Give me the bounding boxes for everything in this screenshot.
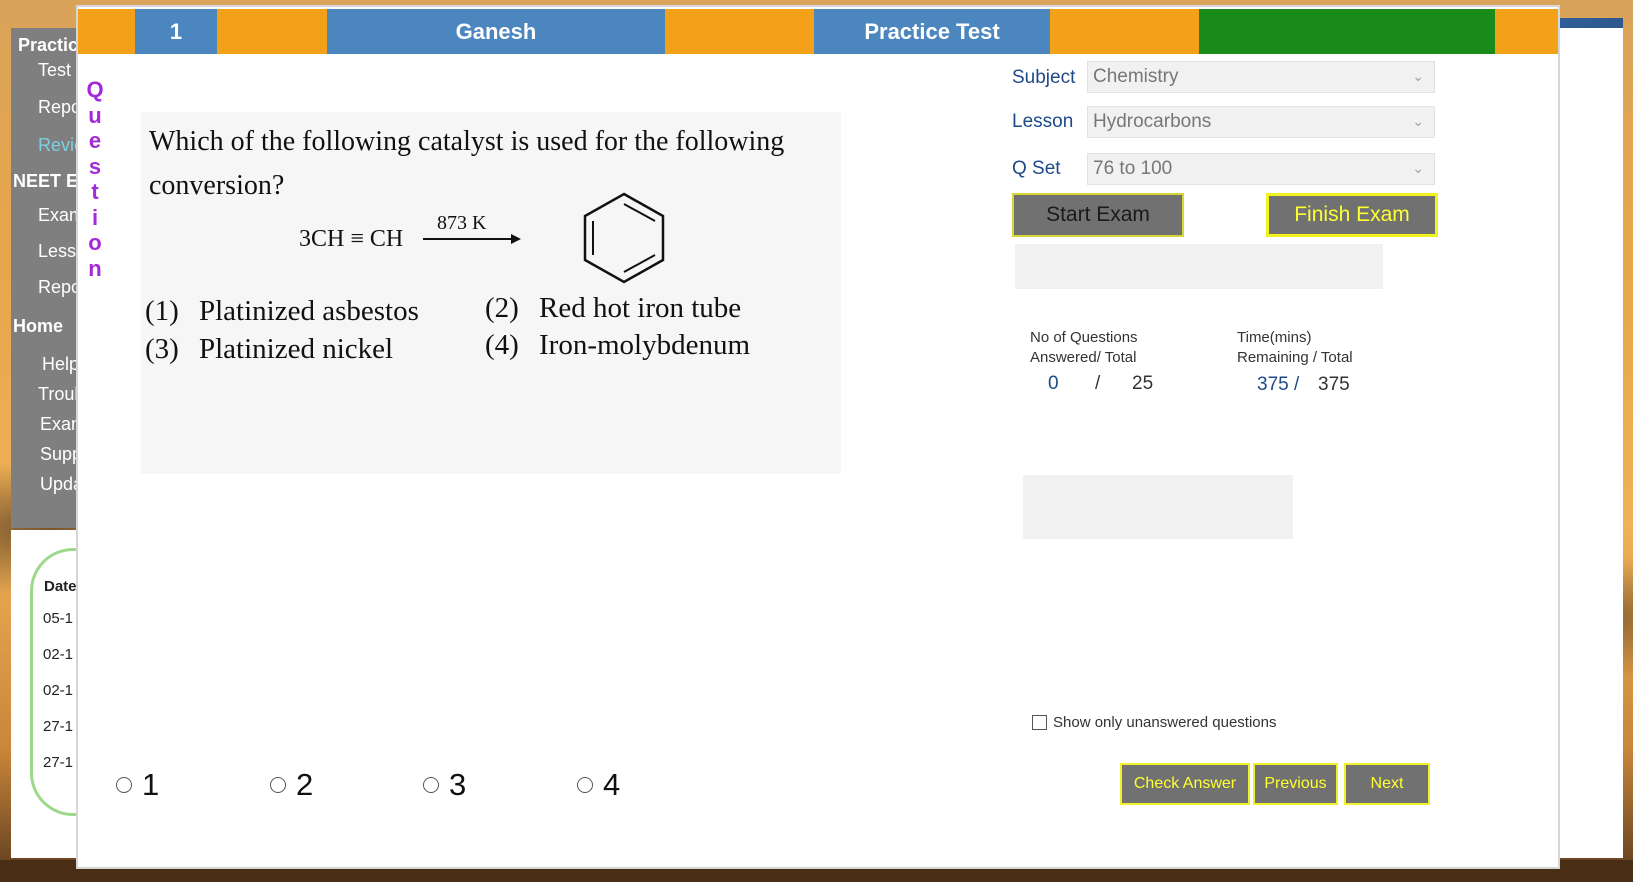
chevron-down-icon: ⌄ [1412,113,1424,129]
question-label-letter: e [88,128,102,153]
mode-title: Practice Test [814,9,1050,54]
sidebar-item-support[interactable]: Support [40,444,76,465]
sidebar-item-neet-exam[interactable]: NEET Exam [13,171,76,192]
radio-button[interactable] [577,777,593,793]
start-exam-button[interactable]: Start Exam [1012,193,1184,237]
questions-label-line-2: Answered/ Total [1030,349,1137,366]
question-label-letter: i [91,204,99,230]
option-number: (4) [485,329,519,361]
show-unanswered-checkbox[interactable] [1032,715,1047,730]
answer-choice-label: 4 [603,767,621,802]
option-text: Platinized asbestos [199,295,419,327]
answered-count: 0 [1048,373,1059,394]
subject-value: Chemistry [1093,66,1179,87]
qset-value: 76 to 100 [1093,158,1173,179]
sidebar-item-test[interactable]: Test [38,60,76,81]
user-name: Ganesh [327,9,665,54]
history-row: 27-1 [43,718,74,735]
qset-select[interactable]: 76 to 100 ⌄ [1087,153,1435,185]
show-unanswered-label: Show only unanswered questions [1053,714,1277,731]
chevron-down-icon: ⌄ [1412,68,1424,84]
lesson-value: Hydrocarbons [1093,111,1212,132]
status-panel [1015,244,1383,289]
answer-choice-label: 1 [142,767,160,802]
history-row: 02-1 [43,682,74,699]
finish-exam-button[interactable]: Finish Exam [1266,193,1438,237]
sidebar-item-exam[interactable]: Exam [38,205,76,226]
question-option-4: (4) Iron-molybdenum [485,329,750,362]
question-option-3: (3) Platinized nickel [145,333,393,366]
qset-label: Q Set [1012,158,1061,179]
reaction-reactant: 3CH ≡ CH [299,226,404,252]
questions-separator: / [1095,373,1101,394]
info-panel [1023,475,1293,539]
option-text: Iron-molybdenum [539,329,751,361]
subject-label: Subject [1012,67,1076,88]
reaction-arrow-icon [423,234,521,244]
history-row: 05-1 [43,610,74,627]
question-label-letter: u [88,102,102,128]
radio-button[interactable] [270,777,286,793]
sidebar-item-troubleshoot[interactable]: Troubleshoot [38,384,76,405]
option-text: Red hot iron tube [539,292,742,324]
benzene-ring-icon [583,192,665,284]
option-text: Platinized nickel [199,333,394,365]
answer-choice-label: 2 [296,767,314,802]
question-label-letter: n [88,255,102,281]
chevron-down-icon: ⌄ [1412,160,1424,176]
sidebar-item-home[interactable]: Home [13,316,76,337]
time-remaining: 375 / [1257,374,1300,395]
previous-button[interactable]: Previous [1253,763,1338,805]
sidebar-item-review[interactable]: Review [38,135,76,156]
sidebar-item-report[interactable]: Report [38,97,76,118]
lesson-select[interactable]: Hydrocarbons ⌄ [1087,106,1435,138]
history-row: 27-1 [43,754,74,771]
time-label: Time(mins) Remaining / Total [1237,328,1353,368]
question-number: 1 [135,9,217,54]
history-row: 02-1 [43,646,74,663]
radio-button[interactable] [423,777,439,793]
question-option-2: (2) Red hot iron tube [485,292,741,325]
next-button[interactable]: Next [1344,763,1430,805]
question-label-letter: Q [86,77,104,102]
time-total: 375 [1318,374,1350,395]
question-label-letter: o [88,230,102,255]
answer-choice-label: 3 [449,767,467,802]
questions-label: No of Questions Answered/ Total [1030,328,1138,368]
option-number: (2) [485,292,519,324]
question-image: Which of the following catalyst is used … [141,112,841,474]
option-number: (3) [145,333,179,365]
check-answer-button[interactable]: Check Answer [1120,763,1250,805]
answer-choice-1[interactable]: 1 [116,767,159,803]
question-label-letter: s [88,153,102,179]
total-count: 25 [1132,373,1154,394]
practice-test-window: 1 Ganesh Practice Test Q u e s t i o n W… [76,5,1560,869]
header-bar: 1 Ganesh Practice Test [78,9,1558,54]
question-text: Which of the following catalyst is used … [149,126,785,201]
sidebar-item-update[interactable]: Update [40,474,76,495]
answer-choice-4[interactable]: 4 [577,767,620,803]
question-vertical-label: Q u e s t i o n [84,77,106,281]
answer-choice-3[interactable]: 3 [423,767,466,803]
sidebar-item-help[interactable]: Help [42,354,76,375]
sidebar-item-practice[interactable]: Practice [18,35,76,56]
answer-choice-2[interactable]: 2 [270,767,313,803]
time-label-line-1: Time(mins) [1237,329,1312,346]
option-number: (1) [145,295,179,327]
show-unanswered-toggle[interactable]: Show only unanswered questions [1032,714,1276,731]
lesson-label: Lesson [1012,111,1074,132]
history-header: Date [44,578,76,595]
sidebar-item-report-2[interactable]: Report [38,277,76,298]
sidebar-item-lesson[interactable]: Lesson [38,241,76,262]
sidebar-item-exam-2[interactable]: Exam [40,414,76,435]
radio-button[interactable] [116,777,132,793]
background-window-panel [1560,28,1623,858]
question-label-letter: t [91,179,99,204]
question-option-1: (1) Platinized asbestos [145,295,419,328]
time-label-line-2: Remaining / Total [1237,349,1353,366]
subject-select[interactable]: Chemistry ⌄ [1087,61,1435,93]
status-indicator [1199,9,1495,54]
questions-label-line-1: No of Questions [1030,329,1138,346]
